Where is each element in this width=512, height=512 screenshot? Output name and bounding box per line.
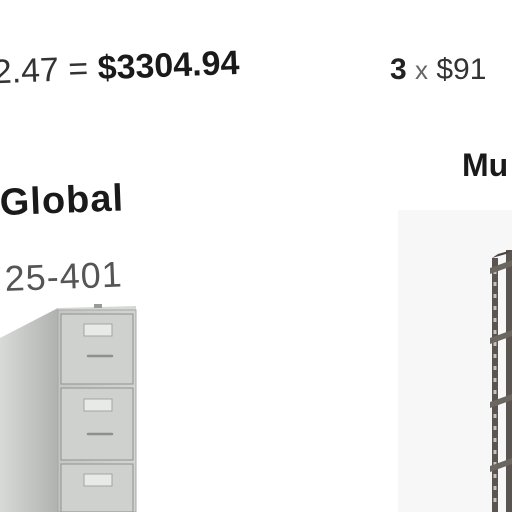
quantity: 3 [390,53,407,86]
price-line: 2.47 = $3304.94 [0,43,240,92]
equals-sign: = [67,49,89,89]
price-line-second: 3 x $91 [390,50,486,90]
unit-price-second: $91 [436,53,487,86]
unit-price: 2.47 [0,50,60,92]
order-summary-page: 2.47 = $3304.94 Global 25-401 3 x $91 Mu… [0,0,512,512]
metal-shelving-icon [490,250,512,512]
product-code: 25-401 [3,253,124,300]
product-name[interactable]: Global [0,177,125,225]
line-total: $3304.94 [96,43,241,88]
product-name-second[interactable]: Mu [462,147,508,184]
times-sign: x [415,55,429,85]
filing-cabinet-image[interactable] [0,296,150,512]
filing-cabinet-icon [0,304,137,512]
metal-shelving-image[interactable] [398,210,512,512]
